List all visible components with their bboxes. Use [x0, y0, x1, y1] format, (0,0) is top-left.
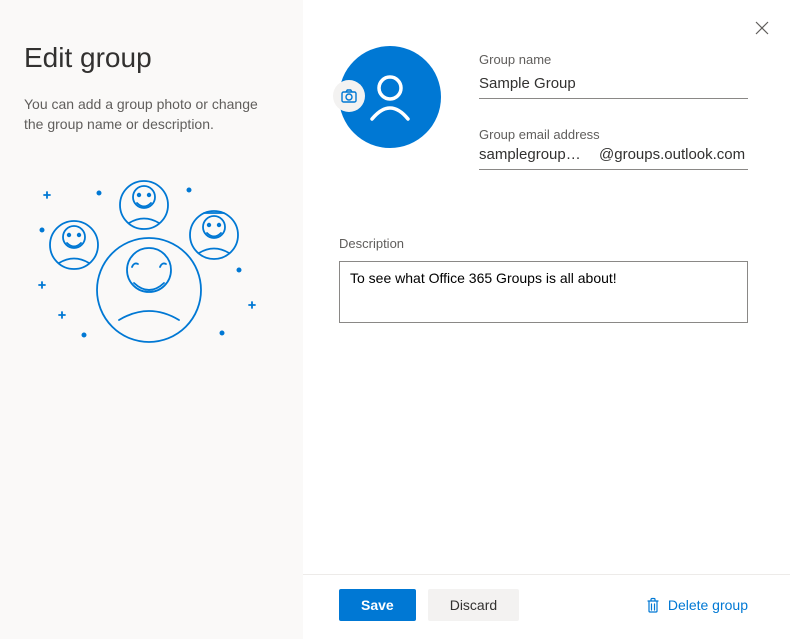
delete-group-label: Delete group — [668, 597, 748, 613]
group-email-label: Group email address — [479, 127, 748, 142]
page-title: Edit group — [24, 42, 279, 74]
trash-icon — [646, 597, 660, 613]
people-illustration — [24, 175, 279, 368]
page-subtitle: You can add a group photo or change the … — [24, 94, 279, 135]
save-button[interactable]: Save — [339, 589, 416, 621]
delete-group-link[interactable]: Delete group — [646, 597, 748, 613]
group-email-domain: @groups.outlook.com — [599, 146, 745, 163]
description-label: Description — [339, 236, 748, 251]
discard-button[interactable]: Discard — [428, 589, 519, 621]
group-email-input[interactable]: samplegroup2… — [479, 146, 589, 163]
person-icon — [362, 69, 418, 125]
change-photo-button[interactable] — [333, 80, 365, 112]
group-name-label: Group name — [479, 52, 748, 67]
description-textarea[interactable] — [339, 261, 748, 323]
close-icon — [754, 20, 770, 36]
close-button[interactable] — [748, 14, 776, 42]
group-name-input[interactable] — [479, 71, 748, 99]
camera-icon — [341, 89, 357, 103]
